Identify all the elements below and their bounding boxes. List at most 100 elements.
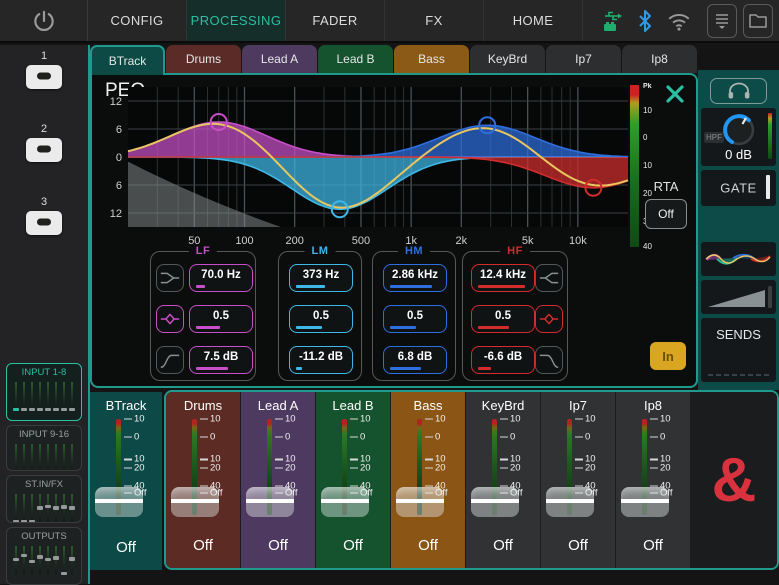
fader-cap[interactable] (246, 487, 294, 517)
fader-cap[interactable] (396, 487, 444, 517)
strip-fader[interactable]: 100102040Off (541, 415, 615, 527)
filter-type-hpf-button[interactable] (156, 346, 184, 374)
strip-fader[interactable]: 100102040Off (166, 415, 240, 527)
fader-scale-tick: 20 (124, 462, 145, 473)
eq-lf-width-value[interactable]: 0.5 (189, 305, 253, 333)
eq-lm-width-value[interactable]: 0.5 (289, 305, 353, 333)
top-tab-processing[interactable]: PROCESSING (187, 0, 286, 41)
mini-fader-cap (69, 408, 75, 412)
eq-lf-freq-value[interactable]: 70.0 Hz (189, 264, 253, 292)
fader-cap[interactable] (546, 487, 594, 517)
strip-fader[interactable]: 100102040Off (241, 415, 315, 527)
eq-lf-gain-value[interactable]: 7.5 dB (189, 346, 253, 374)
value-meter (296, 367, 302, 370)
eq-hm-width-value[interactable]: 0.5 (383, 305, 447, 333)
value-meter (196, 285, 205, 288)
eq-hf-gain-value[interactable]: -6.6 dB (471, 346, 535, 374)
mini-fader (37, 545, 43, 577)
mini-fader-cap (21, 408, 27, 412)
svg-text:0: 0 (643, 133, 648, 142)
fader-cap[interactable] (321, 487, 369, 517)
channel-strip-keybrd[interactable]: KeyBrd100102040OffOff (466, 392, 540, 568)
filter-type-bell-button[interactable] (535, 305, 563, 333)
eq-lm-gain-value[interactable]: -11.2 dB (289, 346, 353, 374)
preamp-panel[interactable]: HPF 0 dB (701, 108, 776, 166)
eq-hf-width-value[interactable]: 0.5 (471, 305, 535, 333)
shelf-high-icon (538, 267, 560, 289)
fader-cap[interactable] (471, 487, 519, 517)
channel-tab-ip7[interactable]: Ip7 (546, 45, 621, 73)
channel-tab-drums[interactable]: Drums (166, 45, 241, 73)
channel-strip-drums[interactable]: Drums100102040OffOff (166, 392, 240, 568)
gain-knob[interactable] (719, 110, 759, 150)
layer-button-outputs[interactable]: OUTPUTS (6, 527, 82, 585)
fader-scale-tick: 10 (575, 414, 596, 425)
channel-strip-lead-a[interactable]: Lead A100102040OffOff (241, 392, 315, 568)
mini-fader-cap (69, 506, 75, 510)
layer-button-input-1-8[interactable]: INPUT 1-8 (6, 363, 82, 421)
fader-cap[interactable] (621, 487, 669, 517)
scenes-button[interactable] (743, 4, 773, 38)
channel-strip-bass[interactable]: Bass100102040OffOff (391, 392, 465, 568)
filter-type-shelf-low-button[interactable] (156, 264, 184, 292)
comp-thumb-panel[interactable] (701, 280, 776, 314)
mini-fader-cap (69, 557, 75, 561)
eq-hf-freq-value[interactable]: 12.4 kHz (471, 264, 535, 292)
channel-strip-ip7[interactable]: Ip7100102040OffOff (541, 392, 615, 568)
usb-icon (601, 8, 625, 34)
eq-hm-freq-value[interactable]: 2.86 kHz (383, 264, 447, 292)
top-tab-home[interactable]: HOME (484, 0, 583, 41)
top-bar: CONFIGPROCESSINGFADERFXHOME (0, 0, 779, 43)
value-text: 0.5 (190, 310, 252, 322)
strip-fader[interactable]: 100102040Off (316, 415, 390, 527)
channel-tab-ip8[interactable]: Ip8 (622, 45, 697, 73)
eq-band-lf: LF70.0 Hz0.57.5 dB (150, 251, 256, 381)
strip-fader[interactable]: 100102040Off (466, 415, 540, 527)
value-meter (296, 326, 322, 329)
layer-mini-faders (7, 490, 81, 523)
mute-group-button-1[interactable] (26, 65, 62, 89)
channel-tab-lead-a[interactable]: Lead A (242, 45, 317, 73)
layer-button-input-9-16[interactable]: INPUT 9-16 (6, 425, 82, 471)
fader-levels-button[interactable] (707, 4, 737, 38)
close-icon[interactable] (663, 82, 687, 106)
layer-button-st-in-fx[interactable]: ST.IN/FX (6, 475, 82, 523)
value-meter (390, 326, 416, 329)
filter-type-lpf-button[interactable] (535, 346, 563, 374)
top-tab-fader[interactable]: FADER (286, 0, 385, 41)
channel-strip-lead-b[interactable]: Lead B100102040OffOff (316, 392, 390, 568)
eq-hm-gain-value[interactable]: 6.8 dB (383, 346, 447, 374)
power-button[interactable] (0, 0, 88, 41)
fader-cap[interactable] (95, 487, 143, 517)
pafl-button[interactable] (710, 78, 767, 104)
strip-fader[interactable]: 100102040Off (616, 415, 690, 527)
strip-fader[interactable]: 100102040Off (391, 415, 465, 527)
mini-fader-cap (37, 470, 43, 472)
rta-toggle-button[interactable]: Off (645, 199, 687, 229)
filter-type-shelf-high-button[interactable] (535, 264, 563, 292)
sends-panel[interactable]: SENDS (701, 318, 776, 382)
channel-strip-ip8[interactable]: Ip8100102040OffOff (616, 392, 690, 568)
mute-group-button-2[interactable] (26, 138, 62, 162)
strip-fader[interactable]: 100102040Off (90, 415, 162, 527)
mute-group-button-3[interactable] (26, 211, 62, 235)
channel-tab-lead-b[interactable]: Lead B (318, 45, 393, 73)
channel-tab-btrack[interactable]: BTrack (90, 45, 165, 75)
eq-in-button[interactable]: In (650, 342, 686, 370)
gate-panel[interactable]: GATE (701, 170, 776, 206)
mini-fader-track (55, 444, 57, 471)
channel-tab-bass[interactable]: Bass (394, 45, 469, 73)
filter-type-bell-button[interactable] (156, 305, 184, 333)
eq-graph[interactable]: 501002005001k2k5k10k1260612 (100, 81, 640, 253)
mute-group-number: 2 (26, 123, 62, 135)
fader-scale-tick: 10 (425, 414, 446, 425)
top-tab-fx[interactable]: FX (385, 0, 484, 41)
lpf-icon (538, 349, 560, 371)
peq-thumb-panel[interactable] (701, 242, 776, 276)
top-tab-config[interactable]: CONFIG (88, 0, 187, 41)
eq-lm-freq-value[interactable]: 373 Hz (289, 264, 353, 292)
fader-cap[interactable] (171, 487, 219, 517)
layer-title: INPUT 1-8 (7, 364, 81, 378)
svg-text:12: 12 (110, 208, 122, 220)
channel-tab-keybrd[interactable]: KeyBrd (470, 45, 545, 73)
